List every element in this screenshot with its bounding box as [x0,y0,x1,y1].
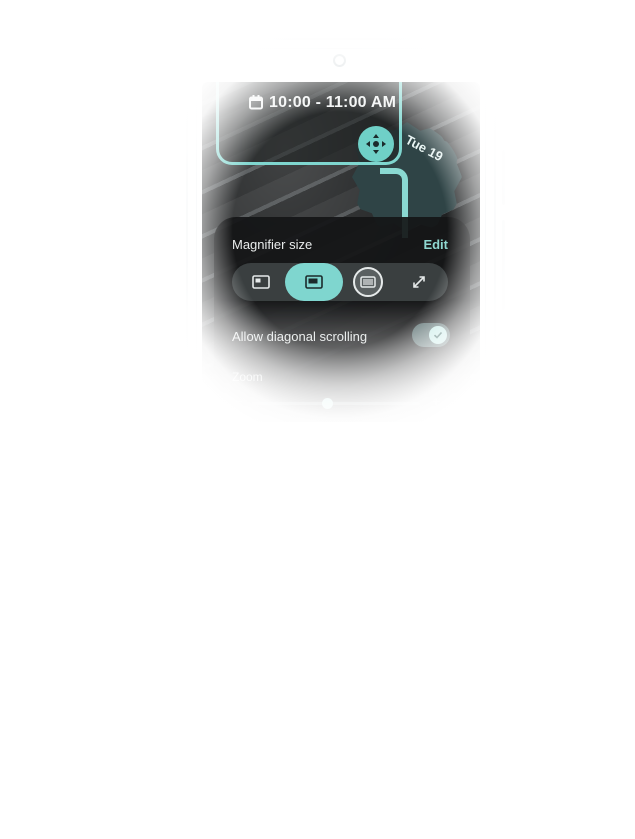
power-button [502,150,505,205]
scene: Tue 19 10:00 - 11:00 AM Magnifier size E… [0,0,635,839]
magnifier-size-selector [232,263,448,301]
focus-ring [353,267,383,297]
magnifier-full-screen-icon [360,276,376,288]
magnifier-small-window-icon [252,275,270,289]
edit-button[interactable]: Edit [423,237,448,252]
zoom-slider[interactable] [252,398,420,409]
zoom-label: Zoom [232,370,263,384]
front-camera [333,54,346,67]
size-option-half-screen[interactable] [285,263,343,301]
diagonal-scrolling-label: Allow diagonal scrolling [232,329,368,344]
zoom-out-button[interactable]: − [234,393,242,409]
toggle-knob [429,326,447,344]
magnifier-size-title: Magnifier size [232,237,313,252]
size-option-small-window[interactable] [238,263,284,301]
magnifier-settings-panel: Magnifier size Edit Allow diagonal scrol… [214,217,470,422]
zoom-in-button[interactable]: + [432,393,440,409]
diagonal-scrolling-toggle[interactable] [412,323,450,347]
move-handle-button[interactable] [358,126,394,162]
size-option-expand[interactable] [394,263,444,301]
phone-screen: Tue 19 10:00 - 11:00 AM Magnifier size E… [202,82,480,422]
volume-button [502,220,505,310]
event-time-range: 10:00 - 11:00 AM [269,94,397,111]
move-arrows-icon [366,134,386,154]
calendar-icon [249,95,263,110]
size-option-full-screen[interactable] [348,263,388,301]
zoom-slider-thumb[interactable] [322,398,334,409]
check-icon [433,331,443,339]
expand-arrows-icon [413,276,425,288]
magnifier-half-screen-icon [305,275,323,289]
